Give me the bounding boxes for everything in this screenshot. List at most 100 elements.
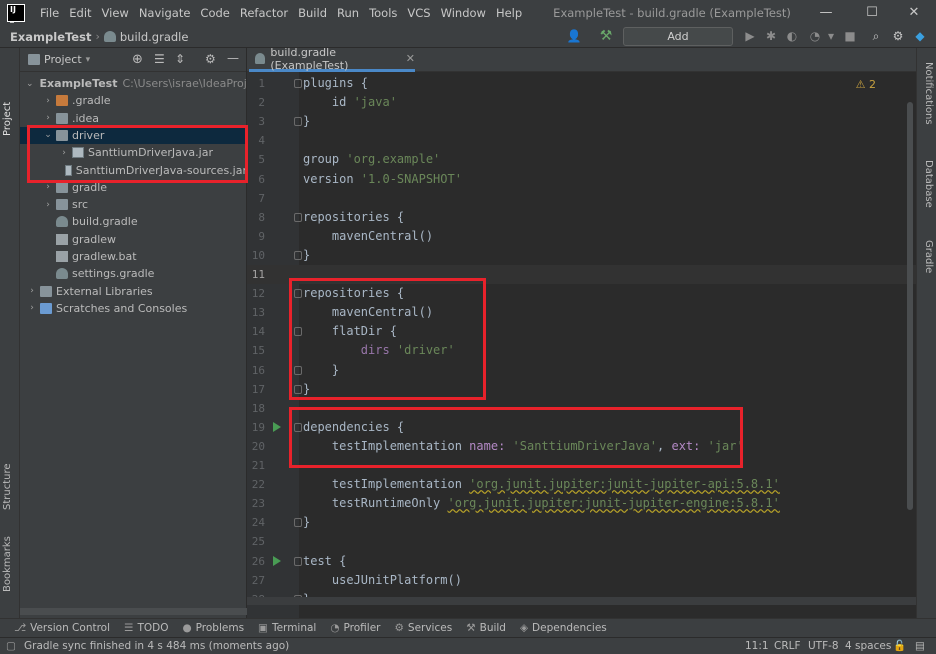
minimize-button[interactable]: — <box>804 0 848 26</box>
code-line[interactable]: 6 version '1.0-SNAPSHOT' <box>247 170 916 189</box>
tool-window-build[interactable]: ⚒ Build <box>466 622 506 634</box>
intellij-logo-icon[interactable]: IJ _ <box>7 4 25 23</box>
fold-marker-icon[interactable] <box>294 212 302 222</box>
notifications-tool-tab[interactable]: Notifications <box>923 62 934 125</box>
tree-item-gradlew[interactable]: gradlew <box>20 231 247 248</box>
tool-window-problems[interactable]: ● Problems <box>182 622 244 634</box>
code-line[interactable]: 22 testImplementation 'org.junit.jupiter… <box>247 475 916 494</box>
fold-marker-icon[interactable] <box>294 518 302 528</box>
menu-window[interactable]: Window <box>436 6 491 20</box>
more-run-options-icon[interactable]: ▾ <box>826 27 836 45</box>
code-line[interactable]: 5 group 'org.example' <box>247 150 916 169</box>
project-tool-tab[interactable]: Project <box>2 102 13 136</box>
tool-window-services[interactable]: ⚙ Services <box>394 622 452 634</box>
build-hammer-icon[interactable]: ⚒ <box>598 27 614 45</box>
project-view-selector[interactable]: Project <box>44 53 82 66</box>
menu-view[interactable]: View <box>97 6 134 20</box>
code-line[interactable]: 9 mavenCentral() <box>247 227 916 246</box>
menu-navigate[interactable]: Navigate <box>134 6 196 20</box>
locate-file-icon[interactable]: ⊕ <box>132 52 143 67</box>
file-encoding[interactable]: UTF-8 <box>808 638 839 654</box>
tool-window-terminal[interactable]: ▣ Terminal <box>258 622 316 634</box>
user-icon[interactable]: 👤 <box>563 27 585 45</box>
close-tab-icon[interactable]: ✕ <box>406 52 415 65</box>
run-gutter-icon[interactable] <box>273 555 281 566</box>
tree-item-external-libraries[interactable]: › External Libraries <box>20 283 247 300</box>
menu-tools[interactable]: Tools <box>364 6 402 20</box>
caret-position[interactable]: 11:1 <box>745 638 769 654</box>
menu-vcs[interactable]: VCS <box>402 6 435 20</box>
code-line[interactable]: 23 testRuntimeOnly 'org.junit.jupiter:ju… <box>247 494 916 513</box>
code-line[interactable]: 10} <box>247 246 916 265</box>
chevron-down-icon[interactable]: ▾ <box>86 55 91 65</box>
menu-file[interactable]: File <box>35 6 64 20</box>
memory-indicator-icon[interactable]: ▤ <box>915 638 925 654</box>
run-gutter-icon[interactable] <box>273 421 281 432</box>
profile-icon[interactable]: ◔ <box>807 27 823 45</box>
expand-arrow-icon[interactable]: › <box>26 286 38 296</box>
tree-item-gradlew-bat[interactable]: gradlew.bat <box>20 248 247 265</box>
tree-item-src[interactable]: › src <box>20 196 247 213</box>
menu-refactor[interactable]: Refactor <box>235 6 293 20</box>
maximize-button[interactable]: ☐ <box>850 0 894 26</box>
tree-item-settings-gradle[interactable]: settings.gradle <box>20 265 247 282</box>
expand-arrow-icon[interactable]: › <box>26 303 38 313</box>
close-button[interactable]: ✕ <box>892 0 936 26</box>
code-line[interactable]: 1 plugins { <box>247 74 916 93</box>
tree-item-exampletest[interactable]: ⌄ ExampleTest C:\Users\israe\IdeaProjects <box>20 75 270 92</box>
menu-help[interactable]: Help <box>491 6 527 20</box>
horizontal-scrollbar[interactable] <box>247 597 916 605</box>
tool-window-todo[interactable]: ☰ TODO <box>124 622 168 634</box>
code-line[interactable]: 26 test { <box>247 552 916 571</box>
run-icon[interactable]: ▶ <box>742 27 758 45</box>
code-line[interactable]: 2 id 'java' <box>247 93 916 112</box>
expand-arrow-icon[interactable]: › <box>42 200 54 210</box>
database-tool-tab[interactable]: Database <box>923 160 934 208</box>
menu-code[interactable]: Code <box>195 6 234 20</box>
fold-marker-icon[interactable] <box>294 117 302 127</box>
horizontal-scrollbar[interactable] <box>20 608 247 615</box>
settings-gear-icon[interactable]: ⚙ <box>890 27 906 45</box>
breadcrumb-project[interactable]: ExampleTest <box>10 30 91 44</box>
warnings-indicator[interactable]: ⚠ 2 <box>856 78 876 91</box>
structure-tool-tab[interactable]: Structure <box>2 463 13 510</box>
panel-settings-icon[interactable]: ⚙ <box>205 52 216 66</box>
fold-marker-icon[interactable] <box>294 556 302 566</box>
status-square-icon[interactable]: ▢ <box>6 638 16 654</box>
tree-item-gradle[interactable]: › .gradle <box>20 92 247 109</box>
expand-arrow-icon[interactable]: › <box>42 182 54 192</box>
expand-arrow-icon[interactable]: ⌄ <box>26 79 34 89</box>
vertical-scrollbar[interactable] <box>907 102 913 510</box>
code-line[interactable]: 8 repositories { <box>247 208 916 227</box>
indent-setting[interactable]: 4 spaces <box>845 638 891 654</box>
line-separator[interactable]: CRLF <box>774 638 801 654</box>
search-icon[interactable]: ⌕ <box>868 27 884 45</box>
hide-panel-icon[interactable]: — <box>227 51 239 65</box>
menu-edit[interactable]: Edit <box>64 6 96 20</box>
menu-build[interactable]: Build <box>293 6 332 20</box>
tree-item-scratches-and-consoles[interactable]: › Scratches and Consoles <box>20 300 247 317</box>
debug-icon[interactable]: ✱ <box>763 27 779 45</box>
fold-marker-icon[interactable] <box>294 250 302 260</box>
code-line[interactable]: 25 <box>247 532 916 551</box>
lock-icon[interactable]: 🔓 <box>893 638 906 654</box>
coverage-icon[interactable]: ◐ <box>784 27 800 45</box>
code-line[interactable]: 7 <box>247 189 916 208</box>
code-line[interactable]: 3} <box>247 112 916 131</box>
breadcrumb-file[interactable]: build.gradle <box>103 30 188 44</box>
tab-build-gradle[interactable]: build.gradle (ExampleTest) ✕ <box>249 46 415 72</box>
expand-arrow-icon[interactable]: › <box>42 113 54 123</box>
menu-run[interactable]: Run <box>332 6 364 20</box>
stop-icon[interactable]: ■ <box>842 27 858 45</box>
code-line[interactable]: 4 <box>247 131 916 150</box>
tree-item-build-gradle[interactable]: build.gradle <box>20 213 247 230</box>
fold-marker-icon[interactable] <box>294 79 302 88</box>
expand-arrow-icon[interactable]: › <box>42 96 54 106</box>
add-configuration-button[interactable]: Add Configuration... <box>623 27 733 60</box>
code-line[interactable]: 27 useJUnitPlatform() <box>247 571 916 590</box>
status-message[interactable]: Gradle sync finished in 4 s 484 ms (mome… <box>24 638 289 654</box>
code-line[interactable]: 24} <box>247 513 916 532</box>
tool-window-version-control[interactable]: ⎇ Version Control <box>14 622 110 634</box>
expand-all-icon[interactable]: ⇕ <box>175 52 185 66</box>
tool-window-profiler[interactable]: ◔ Profiler <box>330 622 380 634</box>
